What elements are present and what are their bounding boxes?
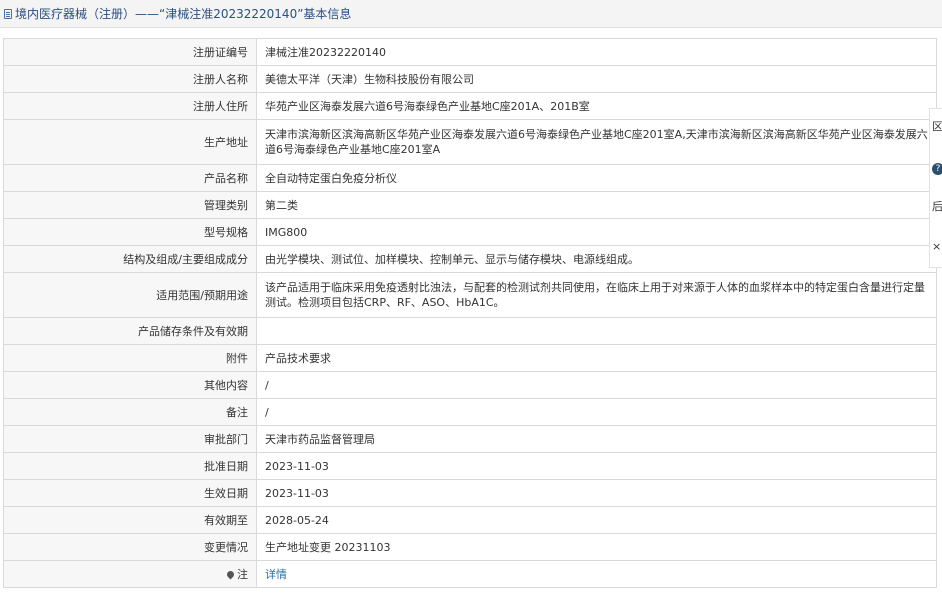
side-tool-help[interactable]: ? — [932, 161, 942, 175]
table-row: 注册人名称 美德太平洋（天津）生物科技股份有限公司 — [3, 65, 937, 93]
details-link[interactable]: 详情 — [265, 568, 287, 581]
row-value: 华苑产业区海泰发展六道6号海泰绿色产业基地C座201A、201B室 — [256, 92, 937, 120]
table-row: 生效日期 2023-11-03 — [3, 479, 937, 507]
row-label: 其他内容 — [3, 371, 257, 399]
note-label: 注 — [237, 567, 248, 581]
info-table: 注册证编号 津械注准20232220140 注册人名称 美德太平洋（天津）生物科… — [3, 38, 937, 588]
row-value: 津械注准20232220140 — [256, 38, 937, 66]
note-label-cell: 注 — [3, 560, 257, 588]
row-value: / — [256, 371, 937, 399]
row-value: 2023-11-03 — [256, 452, 937, 480]
table-row: 注册人住所 华苑产业区海泰发展六道6号海泰绿色产业基地C座201A、201B室 — [3, 92, 937, 120]
row-value — [256, 317, 937, 345]
pin-icon — [225, 569, 236, 579]
row-label: 变更情况 — [3, 533, 257, 561]
row-label: 备注 — [3, 398, 257, 426]
row-value: 天津市药品监督管理局 — [256, 425, 937, 453]
row-value: 由光学模块、测试位、加样模块、控制单元、显示与储存模块、电源线组成。 — [256, 245, 937, 273]
row-label: 审批部门 — [3, 425, 257, 453]
page-title-bar: 境内医疗器械（注册）——“津械注准20232220140”基本信息 — [0, 0, 942, 28]
row-value: 美德太平洋（天津）生物科技股份有限公司 — [256, 65, 937, 93]
page-title: 境内医疗器械（注册）——“津械注准20232220140”基本信息 — [15, 7, 352, 21]
table-row: 生产地址 天津市滨海新区滨海高新区华苑产业区海泰发展六道6号海泰绿色产业基地C座… — [3, 119, 937, 165]
table-row: 管理类别 第二类 — [3, 191, 937, 219]
row-label: 型号规格 — [3, 218, 257, 246]
table-row: 有效期至 2028-05-24 — [3, 506, 937, 534]
table-row: 批准日期 2023-11-03 — [3, 452, 937, 480]
side-tool-close[interactable]: × — [932, 240, 942, 254]
document-icon — [4, 8, 12, 19]
row-label: 批准日期 — [3, 452, 257, 480]
row-label: 附件 — [3, 344, 257, 372]
table-row: 备注 / — [3, 398, 937, 426]
row-label: 产品名称 — [3, 164, 257, 192]
row-label: 有效期至 — [3, 506, 257, 534]
note-value-cell: 详情 — [256, 560, 937, 588]
side-toolbar: 区 ? 后 × — [929, 108, 942, 268]
table-row: 其他内容 / — [3, 371, 937, 399]
table-row: 型号规格 IMG800 — [3, 218, 937, 246]
row-value: 2023-11-03 — [256, 479, 937, 507]
side-tool-back[interactable]: 后 — [932, 200, 942, 214]
row-value: 全自动特定蛋白免疫分析仪 — [256, 164, 937, 192]
table-row: 注册证编号 津械注准20232220140 — [3, 38, 937, 66]
row-value: 天津市滨海新区滨海高新区华苑产业区海泰发展六道6号海泰绿色产业基地C座201室A… — [256, 119, 937, 165]
table-row: 结构及组成/主要组成成分 由光学模块、测试位、加样模块、控制单元、显示与储存模块… — [3, 245, 937, 273]
table-row: 审批部门 天津市药品监督管理局 — [3, 425, 937, 453]
row-label: 注册人住所 — [3, 92, 257, 120]
row-value: 生产地址变更 20231103 — [256, 533, 937, 561]
help-icon: ? — [932, 163, 942, 175]
side-tool-region[interactable]: 区 — [932, 120, 942, 134]
row-label: 注册证编号 — [3, 38, 257, 66]
row-label: 产品储存条件及有效期 — [3, 317, 257, 345]
note-row: 注 详情 — [3, 560, 937, 588]
row-value: 第二类 — [256, 191, 937, 219]
row-label: 生效日期 — [3, 479, 257, 507]
row-value: / — [256, 398, 937, 426]
table-row: 适用范围/预期用途 该产品适用于临床采用免疫透射比浊法，与配套的检测试剂共同使用… — [3, 272, 937, 318]
row-label: 生产地址 — [3, 119, 257, 165]
row-label: 注册人名称 — [3, 65, 257, 93]
table-row: 产品储存条件及有效期 — [3, 317, 937, 345]
row-label: 管理类别 — [3, 191, 257, 219]
table-row: 产品名称 全自动特定蛋白免疫分析仪 — [3, 164, 937, 192]
row-label: 结构及组成/主要组成成分 — [3, 245, 257, 273]
row-value: 2028-05-24 — [256, 506, 937, 534]
row-value: 产品技术要求 — [256, 344, 937, 372]
table-row: 变更情况 生产地址变更 20231103 — [3, 533, 937, 561]
row-value: 该产品适用于临床采用免疫透射比浊法，与配套的检测试剂共同使用，在临床上用于对来源… — [256, 272, 937, 318]
row-label: 适用范围/预期用途 — [3, 272, 257, 318]
table-row: 附件 产品技术要求 — [3, 344, 937, 372]
row-value: IMG800 — [256, 218, 937, 246]
